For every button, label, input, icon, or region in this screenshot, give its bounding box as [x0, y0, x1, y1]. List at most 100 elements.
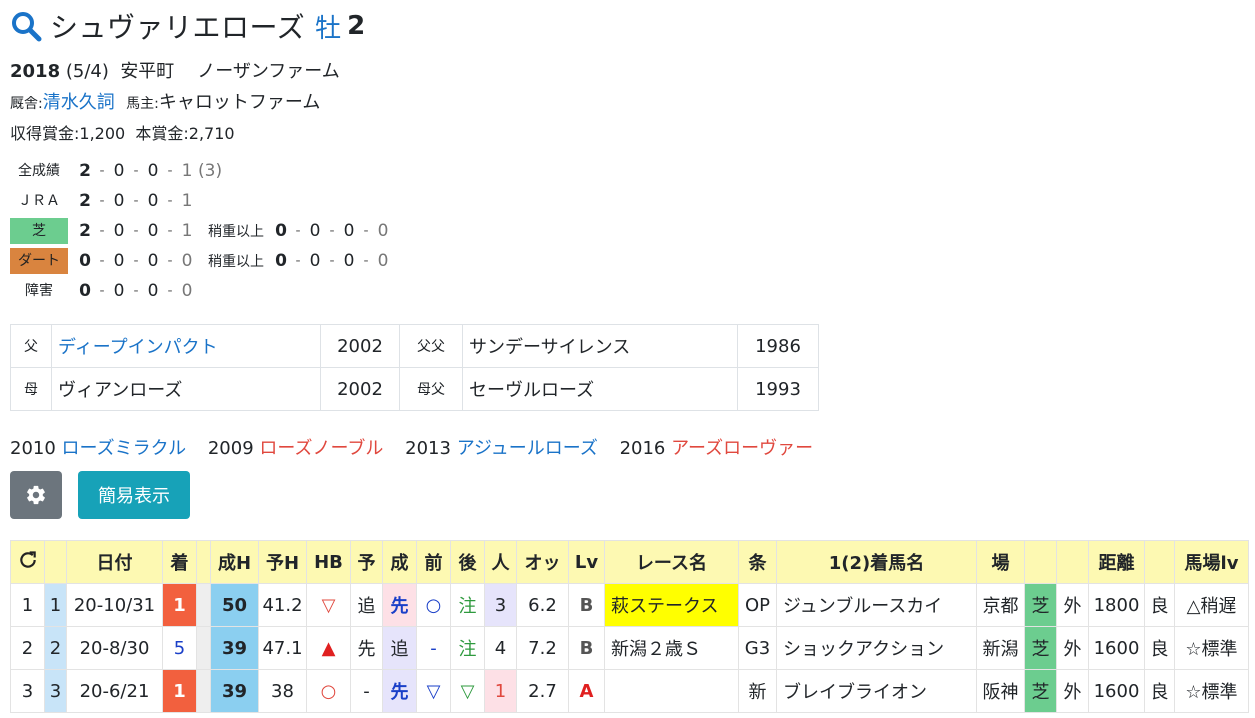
table-row[interactable]: 1 1 20-10/31 1 50 41.2 ▽ 追 先 ○ 注 3 6.2 B…	[10, 583, 1249, 627]
row-no: 1	[10, 583, 45, 627]
sibling-link[interactable]: ローズノーブル	[259, 438, 383, 459]
race-class: G3	[738, 626, 777, 670]
record-jra: ＪＲＡ 2-0-0-1	[10, 186, 390, 216]
sire-sire-year: 1986	[737, 324, 819, 368]
horse-sex: 牡	[315, 13, 342, 44]
header-lv[interactable]: Lv	[568, 540, 605, 584]
header-finish[interactable]: 着	[162, 540, 197, 584]
stable-label: 厩舎:	[10, 96, 43, 112]
racecourse: 新潟	[976, 626, 1025, 670]
popularity: 1	[484, 669, 517, 713]
sire-sire-label: 父父	[399, 324, 463, 368]
pedigree-row-dam: 母 ヴィアンローズ 2002 母父 セーヴルローズ 1993	[10, 367, 819, 411]
odds: 2.7	[516, 669, 569, 713]
result-h: 39	[210, 626, 259, 670]
table-row[interactable]: 3 3 20-6/21 1 39 38 ○ - 先 ▽ ▽ 1 2.7 A 新 …	[10, 669, 1249, 713]
pedigree-table: 父 ディープインパクト 2002 父父 サンデーサイレンス 1986 母 ヴィア…	[10, 324, 819, 411]
sibling-link[interactable]: アジュールローズ	[457, 438, 598, 459]
record-value: 0	[147, 161, 159, 181]
header-cond[interactable]: 条	[738, 540, 777, 584]
back-mark: 注	[450, 583, 485, 627]
record-value: 1	[181, 221, 193, 241]
record-sep: -	[295, 223, 301, 239]
record-sep: -	[329, 253, 335, 269]
record-dirt: ダート 0-0-0-0 稍重以上 0-0-0-0	[10, 246, 390, 276]
winner-name[interactable]: ブレイブライオン	[776, 669, 977, 713]
header-odds[interactable]: オッ	[516, 540, 569, 584]
refresh-header[interactable]	[10, 540, 45, 584]
record-value: 0	[377, 221, 389, 241]
header-course[interactable]: 場	[976, 540, 1025, 584]
row-no: 2	[10, 626, 45, 670]
race-name-link[interactable]: 新潟２歳Ｓ	[604, 626, 739, 670]
settings-button[interactable]	[10, 471, 62, 519]
spacer-cell	[196, 626, 211, 670]
birth-date: (5/4)	[65, 61, 109, 82]
header-race[interactable]: レース名	[604, 540, 739, 584]
owner-label: 馬主:	[126, 96, 159, 112]
record-value: 2	[79, 191, 91, 211]
header-dist[interactable]: 距離	[1088, 540, 1145, 584]
record-sep: -	[167, 253, 173, 269]
record-block: 全成績 2-0-0-1 (3) ＪＲＡ 2-0-0-1 芝 2-0-0-1 稍重以…	[10, 156, 390, 306]
spacer-cell	[196, 669, 211, 713]
header-track-lv[interactable]: 馬場lv	[1174, 540, 1249, 584]
race-name-link[interactable]: 萩ステークス	[604, 583, 739, 627]
record-label: ダート	[10, 248, 68, 274]
course-side: 外	[1056, 583, 1089, 627]
search-icon[interactable]	[10, 10, 42, 42]
simple-view-button[interactable]: 簡易表示	[78, 471, 190, 519]
header-back[interactable]: 後	[450, 540, 485, 584]
header-date[interactable]: 日付	[66, 540, 163, 584]
record-value: 0	[343, 251, 355, 271]
record-label: 芝	[10, 218, 68, 244]
race-date: 20-10/31	[66, 583, 163, 627]
row-no: 3	[10, 669, 45, 713]
sibling-year: 2013	[405, 438, 451, 459]
race-level: A	[568, 669, 605, 713]
header-h2[interactable]: 予H	[258, 540, 307, 584]
main-prize: 本賞金:2,710	[135, 124, 235, 143]
header-act[interactable]: 成	[382, 540, 417, 584]
sibling-year: 2009	[207, 438, 254, 459]
siblings: 2010 ローズミラクル 2009 ローズノーブル 2013 アジュールローズ …	[10, 434, 829, 460]
header-hb[interactable]: HB	[306, 540, 351, 584]
row-index: 2	[44, 626, 67, 670]
dam-year: 2002	[320, 367, 400, 411]
birth-year: 2018	[10, 61, 61, 82]
distance: 1600	[1088, 669, 1145, 713]
winner-name[interactable]: ショックアクション	[776, 626, 977, 670]
header-pred[interactable]: 予	[350, 540, 383, 584]
sibling-link[interactable]: アーズローヴァー	[671, 438, 813, 459]
sibling-item: 2009 ローズノーブル	[208, 438, 384, 459]
refresh-icon[interactable]	[18, 550, 38, 570]
table-row[interactable]: 2 2 20-8/30 5 39 47.1 ▲ 先 追 - 注 4 7.2 B …	[10, 626, 1249, 670]
record-value: 0	[309, 251, 321, 271]
record-all: 全成績 2-0-0-1 (3)	[10, 156, 390, 186]
finish-position: 1	[162, 583, 197, 627]
sire-year: 2002	[320, 324, 400, 368]
finish-position: 1	[162, 669, 197, 713]
hb-mark: ▲	[306, 626, 351, 670]
horse-name: シュヴァリエローズ	[50, 11, 306, 44]
header-winner[interactable]: 1(2)着馬名	[776, 540, 977, 584]
winner-name[interactable]: ジュンブルースカイ	[776, 583, 977, 627]
title-row: シュヴァリエローズ 牡 2	[10, 6, 365, 46]
record-sep: -	[99, 253, 105, 269]
row-index: 1	[44, 583, 67, 627]
sibling-link[interactable]: ローズミラクル	[62, 438, 187, 459]
course-side: 外	[1056, 669, 1089, 713]
hb-mark: ○	[306, 669, 351, 713]
track-level: ☆標準	[1174, 669, 1249, 713]
race-name-link[interactable]	[604, 669, 739, 713]
header-pop[interactable]: 人	[484, 540, 517, 584]
record-sep: -	[99, 223, 105, 239]
header-front[interactable]: 前	[416, 540, 451, 584]
popularity: 3	[484, 583, 517, 627]
spacer-cell	[196, 583, 211, 627]
trainer-link[interactable]: 清水久詞	[43, 92, 115, 113]
pred-style: 追	[350, 583, 383, 627]
record-sep: -	[167, 223, 173, 239]
header-h1[interactable]: 成H	[210, 540, 259, 584]
sire-link[interactable]: ディープインパクト	[51, 324, 321, 368]
